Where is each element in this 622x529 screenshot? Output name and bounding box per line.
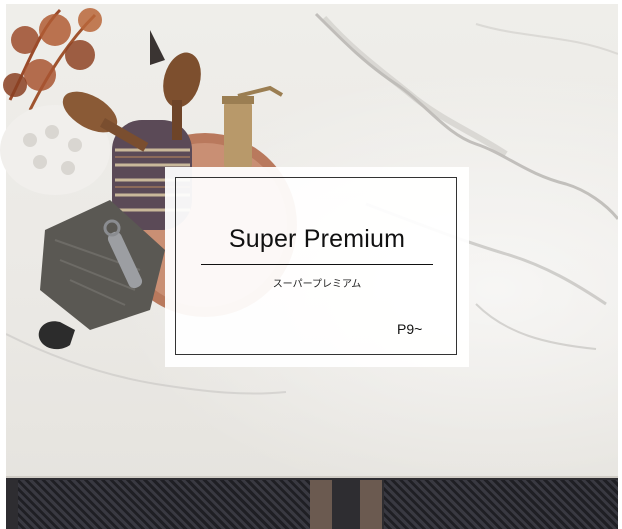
woven-chair-left bbox=[18, 480, 314, 529]
cutting-board-icon bbox=[38, 321, 75, 350]
collection-subtitle: スーパープレミアム bbox=[272, 279, 362, 290]
collection-title: Super Premium bbox=[228, 225, 406, 253]
table-leg bbox=[310, 480, 332, 529]
premium-banner[interactable]: Super Premium スーパープレミアム P9~ bbox=[0, 0, 622, 529]
table-leg bbox=[360, 480, 382, 529]
woven-chair-right bbox=[384, 480, 618, 529]
pepper-mill-icon bbox=[222, 85, 284, 170]
title-underline bbox=[201, 264, 433, 265]
collection-card[interactable]: Super Premium スーパープレミアム P9~ bbox=[165, 167, 469, 367]
page-reference: P9~ bbox=[397, 321, 423, 337]
